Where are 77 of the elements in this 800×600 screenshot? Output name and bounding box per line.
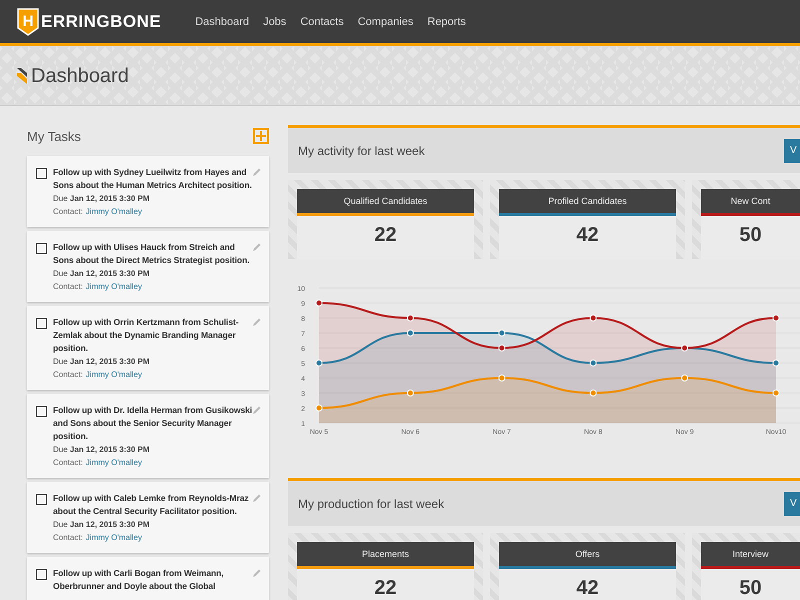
nav-link[interactable]: Reports bbox=[427, 16, 466, 28]
view-button[interactable]: V bbox=[784, 138, 800, 162]
task-checkbox[interactable] bbox=[36, 569, 47, 580]
contact-link[interactable]: Jimmy O'malley bbox=[86, 205, 142, 218]
task-text: Follow up with Orrin Kertzmann from Schulist-Zemlak about the Dynamic Branding Manager position. bbox=[53, 316, 240, 355]
contact-link[interactable]: Jimmy O'malley bbox=[86, 368, 142, 381]
data-point bbox=[316, 360, 322, 366]
due-date: Due Jan 12, 2015 3:30 PM bbox=[53, 268, 151, 280]
nav-link[interactable]: Dashboard bbox=[195, 16, 250, 28]
data-point bbox=[772, 390, 780, 396]
data-point bbox=[406, 314, 414, 322]
view-button[interactable]: V bbox=[784, 492, 800, 516]
pencil-icon[interactable] bbox=[253, 243, 261, 251]
stat-value: 22 bbox=[297, 569, 474, 600]
task-checkbox[interactable] bbox=[36, 243, 47, 254]
contact-link[interactable]: Jimmy O'malley bbox=[86, 531, 142, 544]
stat-value: 42 bbox=[499, 216, 676, 259]
data-point bbox=[772, 360, 780, 366]
data-point bbox=[498, 330, 506, 336]
nav-link[interactable]: Contacts bbox=[300, 16, 344, 28]
logo-icon: H bbox=[17, 8, 39, 36]
logo-text: ERRINGBONE bbox=[41, 12, 162, 32]
pencil-icon[interactable] bbox=[253, 569, 261, 577]
stat-label: Placements bbox=[297, 542, 474, 566]
stat-label: Profiled Candidates bbox=[499, 189, 676, 213]
nav-link[interactable]: Jobs bbox=[263, 16, 286, 28]
nav-link[interactable]: Companies bbox=[358, 16, 414, 28]
chevron-icon bbox=[17, 68, 27, 84]
data-point bbox=[772, 314, 780, 322]
task-checkbox[interactable] bbox=[36, 318, 47, 329]
panel-title: My production for last week bbox=[298, 496, 444, 510]
data-point bbox=[590, 360, 597, 366]
due-date: Due Jan 12, 2015 3:30 PM bbox=[53, 519, 151, 531]
task-checkbox[interactable] bbox=[36, 168, 47, 179]
due-date: Due Jan 12, 2015 3:30 PM bbox=[53, 444, 151, 456]
section-title: My Tasks bbox=[27, 128, 81, 144]
stat-value: 22 bbox=[297, 216, 474, 259]
data-point bbox=[681, 374, 688, 382]
task-text: Follow up with Dr. Idella Herman from Gusikowski and Sons about the Senior Security Manager position. bbox=[53, 404, 253, 443]
data-point bbox=[590, 390, 597, 396]
task-text: Follow up with Carli Bogan from Weimann, Oberbrunner and Doyle about the Global bbox=[53, 567, 225, 593]
pencil-icon[interactable] bbox=[253, 318, 261, 326]
stat-value: 42 bbox=[499, 569, 676, 600]
contact-link[interactable]: Jimmy O'malley bbox=[86, 456, 142, 469]
contact-label: Contact: bbox=[53, 369, 83, 381]
stat-label: New Cont bbox=[701, 189, 800, 213]
data-point bbox=[681, 344, 688, 352]
panel-title: My activity for last week bbox=[298, 144, 425, 158]
contact-label: Contact: bbox=[53, 206, 83, 218]
data-point bbox=[316, 404, 322, 412]
stat-label: Interview bbox=[701, 542, 800, 566]
stat-value: 50 bbox=[701, 216, 800, 259]
pencil-icon[interactable] bbox=[253, 494, 261, 502]
add-button[interactable] bbox=[253, 128, 269, 144]
pencil-icon[interactable] bbox=[253, 168, 261, 176]
pencil-icon[interactable] bbox=[253, 406, 261, 414]
task-text: Follow up with Sydney Lueilwitz from Hayes and Sons about the Human Metrics Architect position. bbox=[53, 166, 253, 192]
data-point bbox=[406, 330, 414, 336]
due-date: Due Jan 12, 2015 3:30 PM bbox=[53, 193, 151, 205]
task-text: Follow up with Caleb Lemke from Reynolds-Mraz about the Central Security Facilitator position. bbox=[53, 492, 250, 518]
due-date: Due Jan 12, 2015 3:30 PM bbox=[53, 356, 151, 368]
data-point bbox=[590, 314, 597, 322]
contact-label: Contact: bbox=[53, 457, 83, 469]
contact-label: Contact: bbox=[53, 281, 83, 293]
data-point bbox=[406, 390, 414, 396]
stat-label: Qualified Candidates bbox=[297, 189, 474, 213]
task-text: Follow up with Ulises Hauck from Streich and Sons about the Direct Metrics Strategist position. bbox=[53, 241, 251, 267]
page-title: Dashboard bbox=[31, 64, 129, 88]
contact-link[interactable]: Jimmy O'malley bbox=[86, 280, 142, 293]
contact-label: Contact: bbox=[53, 532, 83, 544]
stat-value: 50 bbox=[701, 569, 800, 600]
task-checkbox[interactable] bbox=[36, 494, 47, 505]
data-point bbox=[498, 374, 506, 382]
data-point bbox=[498, 344, 506, 352]
data-point bbox=[316, 300, 322, 306]
task-checkbox[interactable] bbox=[36, 406, 47, 417]
stat-label: Offers bbox=[499, 542, 676, 566]
